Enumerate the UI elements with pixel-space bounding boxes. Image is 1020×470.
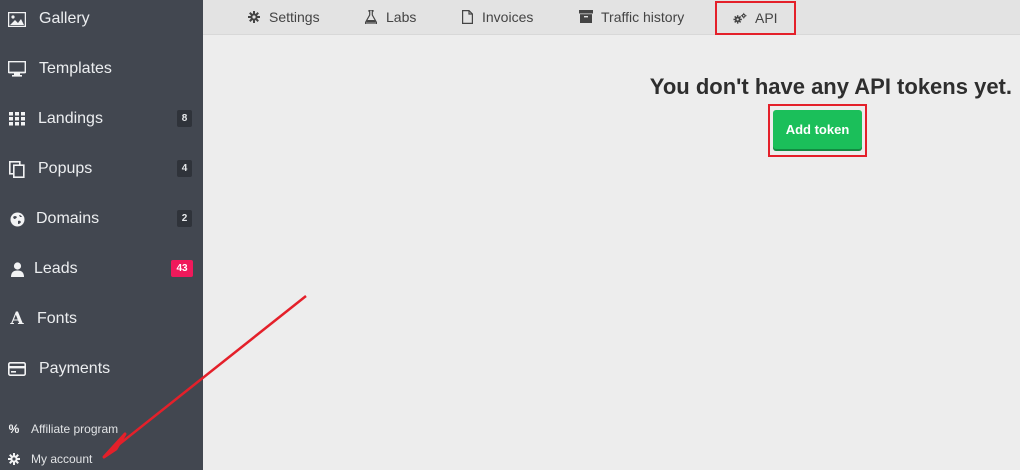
sidebar-item-my-account[interactable]: My account — [0, 448, 203, 470]
sidebar-item-label: Payments — [39, 360, 111, 377]
sidebar-item-popups[interactable]: Popups 4 — [0, 144, 203, 194]
sidebar: Gallery Templates Landings 8 Popups 4 Do… — [0, 0, 203, 470]
add-token-button[interactable]: Add token — [773, 110, 862, 149]
gear-icon — [247, 10, 261, 24]
sidebar-item-label: My account — [31, 452, 93, 466]
user-icon — [8, 260, 26, 278]
file-icon — [460, 9, 474, 24]
image-icon — [8, 10, 26, 28]
tab-label: Labs — [386, 8, 417, 25]
sidebar-item-domains[interactable]: Domains 2 — [0, 194, 203, 244]
tab-api[interactable]: API — [715, 1, 796, 35]
tab-traffic-history[interactable]: Traffic history — [579, 0, 684, 33]
sidebar-item-affiliate-program[interactable]: % Affiliate program — [0, 418, 203, 440]
flask-icon — [364, 9, 378, 24]
landings-count-badge: 8 — [177, 110, 192, 127]
globe-icon — [8, 210, 26, 228]
add-token-highlight: Add token — [768, 104, 867, 157]
sidebar-item-label: Domains — [36, 210, 100, 227]
tab-bar: Settings Labs Invoices Traffic history A… — [203, 0, 1020, 35]
tab-label: Settings — [269, 8, 320, 25]
sidebar-item-gallery[interactable]: Gallery — [0, 0, 203, 44]
tab-label: Traffic history — [601, 8, 685, 25]
sidebar-item-landings[interactable]: Landings 8 — [0, 94, 203, 144]
archive-icon — [579, 10, 593, 24]
grid-icon — [8, 110, 26, 128]
popups-count-badge: 4 — [177, 160, 192, 177]
sidebar-item-label: Templates — [39, 60, 112, 77]
percent-icon: % — [8, 422, 20, 436]
sidebar-item-label: Popups — [38, 160, 93, 177]
sidebar-item-label: Gallery — [39, 10, 90, 27]
sidebar-item-label: Leads — [34, 260, 78, 277]
sidebar-item-label: Fonts — [37, 310, 78, 327]
tab-labs[interactable]: Labs — [364, 0, 416, 33]
sidebar-item-templates[interactable]: Templates — [0, 44, 203, 94]
tab-label: Invoices — [482, 8, 534, 25]
cogs-icon — [733, 11, 747, 25]
gear-icon — [8, 453, 20, 465]
copy-icon — [8, 160, 26, 178]
tab-label: API — [755, 10, 778, 26]
monitor-icon — [8, 60, 26, 78]
sidebar-item-fonts[interactable]: A Fonts — [0, 294, 203, 344]
empty-state-title: You don't have any API tokens yet. — [649, 74, 1012, 99]
sidebar-item-leads[interactable]: Leads 43 — [0, 244, 203, 294]
font-icon: A — [10, 309, 24, 329]
leads-count-badge: 43 — [171, 260, 193, 277]
sidebar-item-label: Affiliate program — [31, 422, 119, 436]
domains-count-badge: 2 — [177, 210, 192, 227]
sidebar-item-payments[interactable]: Payments — [0, 344, 203, 394]
credit-card-icon — [8, 360, 26, 378]
tab-invoices[interactable]: Invoices — [460, 0, 533, 33]
tab-settings[interactable]: Settings — [247, 0, 320, 33]
sidebar-item-label: Landings — [38, 110, 103, 127]
